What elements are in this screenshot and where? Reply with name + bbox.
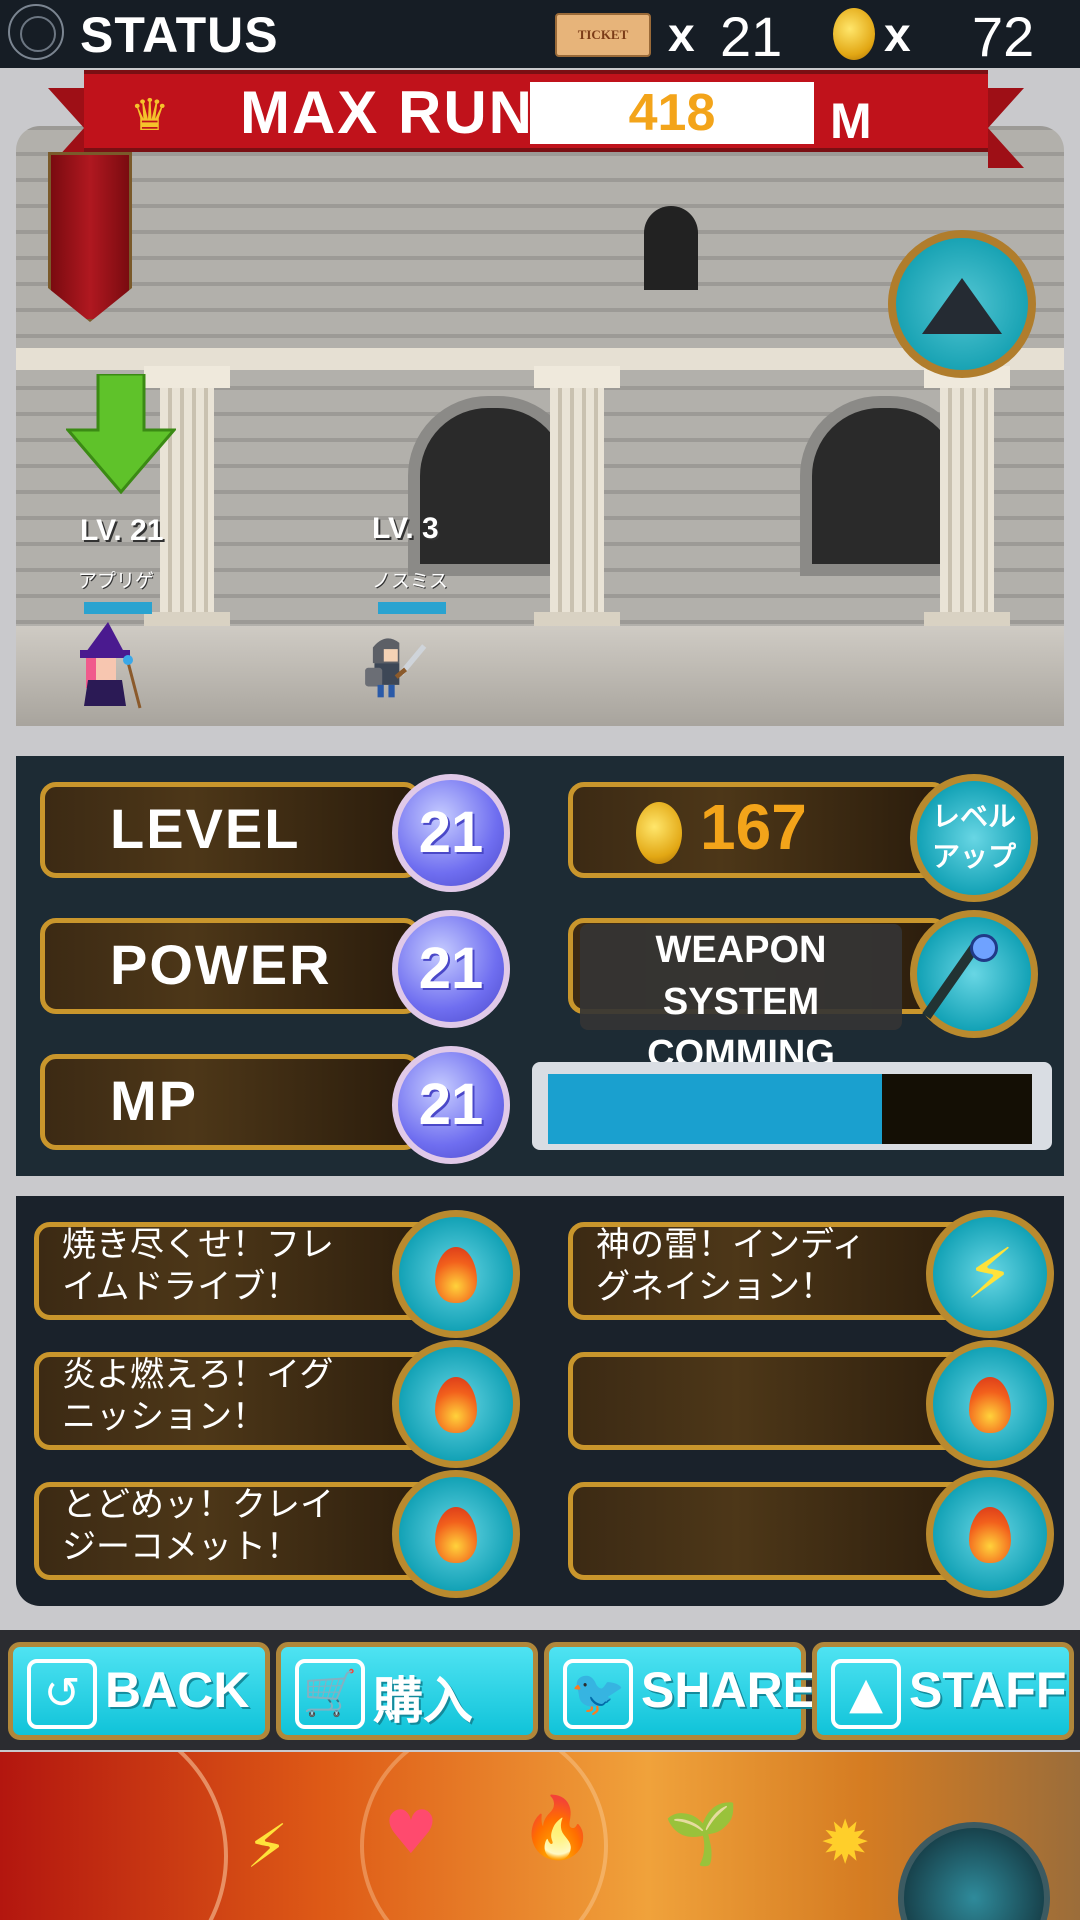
fire-icon (969, 1377, 1011, 1433)
character-level: LV. 3 (372, 512, 439, 545)
red-pennant (48, 152, 132, 322)
max-run-value: 418 (628, 84, 716, 142)
level-up-cost: 167 (700, 791, 807, 863)
staff-button[interactable]: ▲ STAFF (812, 1642, 1074, 1740)
coin-count: 72 (972, 5, 1035, 68)
stage-floor (16, 626, 1064, 726)
level-label: LEVEL (110, 797, 301, 860)
sprout-icon: 🌱 (664, 1799, 739, 1869)
fire-skill-button[interactable] (392, 1340, 520, 1468)
character-level: LV. 21 (80, 514, 164, 547)
fire-skill-button[interactable] (926, 1340, 1054, 1468)
fire-skill-button[interactable] (392, 1470, 520, 1598)
witch-hat-icon: ▲ (831, 1659, 901, 1729)
mp-value-orb: 21 (392, 1046, 510, 1164)
knight-character[interactable] (362, 622, 432, 712)
lightning-icon: ⚡ (246, 1812, 289, 1882)
level-up-label-line2: アップ (931, 840, 1016, 873)
footer-artwork: ⚡ ♥ 🔥 🌱 ✹ (0, 1752, 1080, 1920)
power-label: POWER (110, 933, 332, 996)
witch-character[interactable] (78, 622, 148, 712)
ticket-count: 21 (720, 5, 783, 68)
sun-icon: ✹ (820, 1808, 871, 1878)
dragon-portal (898, 1822, 1050, 1920)
magic-circle (0, 1752, 228, 1920)
skill-slot-empty[interactable] (568, 1352, 988, 1450)
fire-icon (435, 1377, 477, 1433)
mp-slot (40, 1054, 420, 1150)
back-arrow-icon: ↺ (27, 1659, 97, 1729)
coming-soon-line1: WEAPON SYSTEM (655, 929, 827, 1023)
buy-button[interactable]: 🛒 購入 (276, 1642, 538, 1740)
max-run-unit: M (830, 93, 872, 149)
character-hp-bar (84, 602, 152, 614)
selected-down-arrow-icon (66, 374, 176, 494)
skill-name: 炎よ燃えろ！イグ ニッション！ (62, 1355, 334, 1437)
staff-label: STAFF (909, 1662, 1067, 1718)
mp-label: MP (110, 1069, 198, 1132)
witch-hat-button[interactable] (888, 230, 1036, 378)
banner-right-tail (988, 88, 1024, 168)
crown-icon: ♛ (130, 90, 170, 141)
castle-pillar (924, 366, 1010, 636)
ticket-multiply-sign: x (668, 9, 695, 62)
buy-label: 購入 (373, 1673, 473, 1729)
level-value-orb: 21 (392, 774, 510, 892)
skill-name: 焼き尽くせ！フレ イムドライブ！ (62, 1225, 334, 1307)
skill-slot-empty[interactable] (568, 1482, 988, 1580)
wand-orb-icon (970, 934, 998, 962)
castle-window (644, 206, 698, 290)
character-name: アプリゲ (78, 570, 155, 592)
cart-icon: 🛒 (295, 1659, 365, 1729)
heart-icon: ♥ (384, 1798, 438, 1868)
power-value-orb: 21 (392, 910, 510, 1028)
level-up-button[interactable]: レベル アップ (910, 774, 1038, 902)
magic-circle-emblem-icon (8, 4, 64, 60)
castle-pillar (534, 366, 620, 636)
back-label: BACK (105, 1662, 250, 1718)
fire-skill-button[interactable] (926, 1470, 1054, 1598)
share-label: SHARE (641, 1662, 817, 1718)
skill-name: とどめッ！クレイ ジーコメット！ (62, 1485, 334, 1567)
back-button[interactable]: ↺ BACK (8, 1642, 270, 1740)
fire-icon (435, 1247, 477, 1303)
twitter-bird-icon: 🐦 (563, 1659, 633, 1729)
max-run-label: MAX RUN (240, 79, 534, 146)
lightning-icon: ⚡ (965, 1233, 1015, 1315)
coin-icon (833, 8, 875, 60)
lightning-skill-button[interactable]: ⚡ (926, 1210, 1054, 1338)
coin-icon (636, 802, 682, 864)
fire-icon (435, 1507, 477, 1563)
share-button[interactable]: 🐦 SHARE (544, 1642, 816, 1740)
character-hp-bar (378, 602, 446, 614)
fire-icon (969, 1507, 1011, 1563)
mp-bar-fill (548, 1074, 882, 1144)
page-title: STATUS (80, 7, 279, 63)
skill-name: 神の雷！インディ グネイション！ (596, 1225, 866, 1307)
level-up-label-line1: レベル (931, 800, 1016, 833)
ticket-icon: TICKET (555, 13, 651, 57)
fire-skill-button[interactable] (392, 1210, 520, 1338)
character-name: ノスミス (372, 570, 449, 592)
fire-icon: 🔥 (520, 1793, 595, 1863)
coin-multiply-sign: x (884, 9, 911, 62)
